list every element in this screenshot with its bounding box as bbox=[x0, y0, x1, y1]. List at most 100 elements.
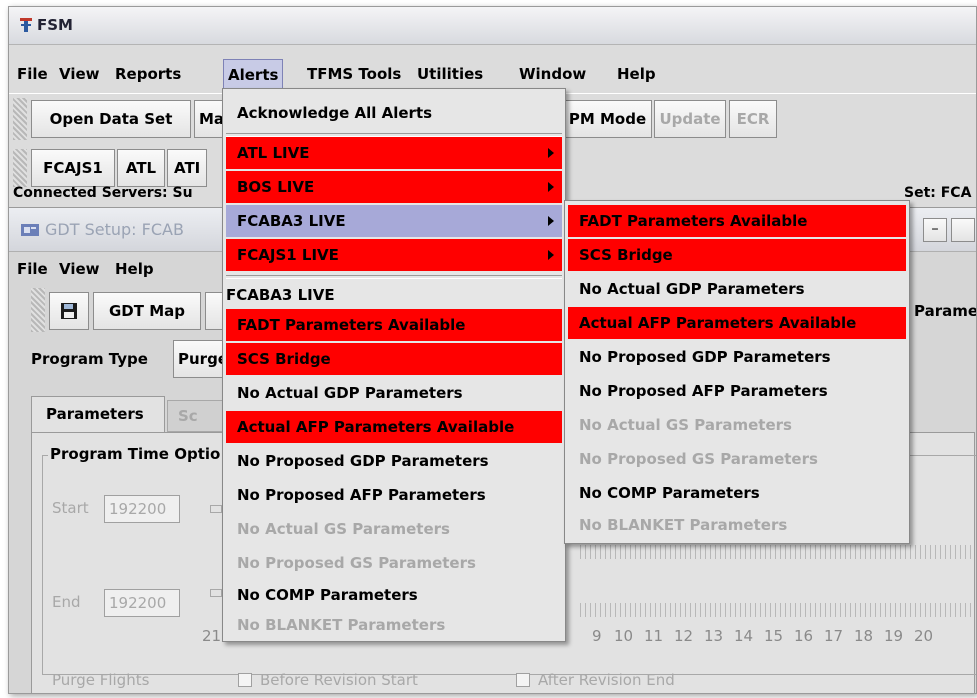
dataset-fcajs1-button[interactable]: FCAJS1 bbox=[31, 149, 115, 187]
server-item-atl-live[interactable]: ATL LIVE bbox=[226, 137, 562, 169]
map-button[interactable]: Ma bbox=[194, 100, 224, 138]
hour-label: 12 bbox=[674, 627, 694, 645]
floppy-icon bbox=[61, 303, 77, 319]
end-slider-handle[interactable] bbox=[210, 589, 222, 597]
submenu-no-blanket[interactable]: No BLANKET Parameters bbox=[568, 509, 906, 541]
submenu-arrow-icon bbox=[548, 182, 554, 192]
alerts-menu: Acknowledge All Alerts ATL LIVE BOS LIVE… bbox=[222, 88, 566, 642]
alert-no-proposed-afp[interactable]: No Proposed AFP Parameters bbox=[226, 479, 562, 511]
submenu-scs-bridge[interactable]: SCS Bridge bbox=[568, 239, 906, 271]
submenu-arrow-icon bbox=[548, 216, 554, 226]
submenu-no-proposed-gs[interactable]: No Proposed GS Parameters bbox=[568, 443, 906, 475]
time-options-label: Program Time Optio bbox=[48, 445, 223, 463]
menu-view[interactable]: View bbox=[55, 59, 104, 89]
menu-help[interactable]: Help bbox=[613, 59, 660, 89]
server-item-fcaba3-live[interactable]: FCABA3 LIVE bbox=[226, 205, 562, 237]
menu-alerts[interactable]: Alerts bbox=[223, 59, 284, 91]
submenu-actual-afp[interactable]: Actual AFP Parameters Available bbox=[568, 307, 906, 339]
server-item-bos-live[interactable]: BOS LIVE bbox=[226, 171, 562, 203]
hour-label: 13 bbox=[704, 627, 724, 645]
program-type-label: Program Type bbox=[31, 350, 148, 368]
toolbar-grip[interactable] bbox=[13, 98, 27, 140]
hour-label: 17 bbox=[824, 627, 844, 645]
submenu-no-comp[interactable]: No COMP Parameters bbox=[568, 477, 906, 509]
server-item-label: FCAJS1 LIVE bbox=[237, 246, 339, 264]
fsm-menu-bar: File View Reports Alerts TFMS Tools Util… bbox=[9, 59, 976, 91]
section-header-fcaba3: FCABA3 LIVE bbox=[226, 286, 335, 304]
after-revision-label: After Revision End bbox=[538, 671, 675, 689]
gdt-menu-file[interactable]: File bbox=[13, 254, 52, 284]
menu-window[interactable]: Window bbox=[515, 59, 590, 89]
hour-label: 20 bbox=[914, 627, 934, 645]
submenu-arrow-icon bbox=[548, 148, 554, 158]
connected-servers-status: Connected Servers: Su bbox=[13, 185, 193, 201]
hour-label: 14 bbox=[734, 627, 754, 645]
alert-no-proposed-gdp[interactable]: No Proposed GDP Parameters bbox=[226, 445, 562, 477]
menu-tfms-tools[interactable]: TFMS Tools bbox=[303, 59, 405, 89]
start-timeline-ruler[interactable] bbox=[580, 545, 972, 559]
server-item-label: ATL LIVE bbox=[237, 144, 310, 162]
submenu-no-proposed-gdp[interactable]: No Proposed GDP Parameters bbox=[568, 341, 906, 373]
data-set-status: Set: FCA bbox=[904, 185, 972, 201]
menu-utilities[interactable]: Utilities bbox=[413, 59, 487, 89]
server-item-label: FCABA3 LIVE bbox=[237, 212, 346, 230]
alert-no-blanket[interactable]: No BLANKET Parameters bbox=[226, 609, 562, 641]
dataset-grip[interactable] bbox=[13, 149, 27, 187]
hour-label: 19 bbox=[884, 627, 904, 645]
alert-fadt-parameters[interactable]: FADT Parameters Available bbox=[226, 309, 562, 341]
submenu-arrow-icon bbox=[548, 250, 554, 260]
submenu-no-proposed-afp[interactable]: No Proposed AFP Parameters bbox=[568, 375, 906, 407]
purge-flights-label: Purge Flights bbox=[52, 671, 150, 689]
gdt-maximize-button[interactable] bbox=[951, 218, 975, 242]
alert-no-actual-gs[interactable]: No Actual GS Parameters bbox=[226, 513, 562, 545]
gdt-title: GDT Setup: FCAB bbox=[45, 220, 184, 239]
start-label: Start bbox=[52, 499, 89, 517]
dataset-ati-button[interactable]: ATI bbox=[167, 149, 207, 187]
alert-actual-afp[interactable]: Actual AFP Parameters Available bbox=[226, 411, 562, 443]
gdt-menu-help[interactable]: Help bbox=[111, 254, 158, 284]
gdt-window-icon bbox=[21, 222, 39, 238]
end-time-field[interactable]: 192200 bbox=[104, 589, 180, 617]
before-revision-checkbox[interactable] bbox=[238, 673, 252, 687]
tab-second[interactable]: Sc bbox=[167, 400, 227, 432]
hour-label: 11 bbox=[644, 627, 664, 645]
save-button[interactable] bbox=[49, 292, 89, 330]
pm-mode-button[interactable]: PM Mode bbox=[564, 100, 652, 138]
before-revision-label: Before Revision Start bbox=[260, 671, 418, 689]
alert-scs-bridge[interactable]: SCS Bridge bbox=[226, 343, 562, 375]
server-item-fcajs1-live[interactable]: FCAJS1 LIVE bbox=[226, 239, 562, 271]
end-timeline-ruler[interactable] bbox=[580, 603, 972, 617]
server-item-label: BOS LIVE bbox=[237, 178, 315, 196]
alert-no-actual-gdp[interactable]: No Actual GDP Parameters bbox=[226, 377, 562, 409]
submenu-no-actual-gs[interactable]: No Actual GS Parameters bbox=[568, 409, 906, 441]
after-revision-checkbox[interactable] bbox=[516, 673, 530, 687]
gdt-parameters-label: Parame bbox=[914, 302, 977, 320]
gdt-map-button[interactable]: GDT Map bbox=[93, 292, 201, 330]
menu-file[interactable]: File bbox=[13, 59, 52, 89]
ecr-button[interactable]: ECR bbox=[729, 100, 777, 138]
hour-label-21: 21 bbox=[202, 627, 222, 645]
submenu-no-actual-gdp[interactable]: No Actual GDP Parameters bbox=[568, 273, 906, 305]
start-time-field[interactable]: 192200 bbox=[104, 495, 180, 523]
dataset-atl-button[interactable]: ATL bbox=[117, 149, 165, 187]
end-label: End bbox=[52, 593, 81, 611]
gdt-menu-view[interactable]: View bbox=[55, 254, 104, 284]
update-button[interactable]: Update bbox=[654, 100, 726, 138]
hour-label: 9 bbox=[592, 627, 602, 645]
hour-label: 15 bbox=[764, 627, 784, 645]
menu-reports[interactable]: Reports bbox=[111, 59, 185, 89]
acknowledge-all-alerts-item[interactable]: Acknowledge All Alerts bbox=[226, 97, 562, 129]
fsm-app-icon bbox=[19, 17, 33, 33]
gdt-toolbar-grip[interactable] bbox=[31, 288, 45, 332]
alert-no-proposed-gs[interactable]: No Proposed GS Parameters bbox=[226, 547, 562, 579]
fsm-title-bar: FSM bbox=[9, 7, 976, 45]
tab-parameters[interactable]: Parameters bbox=[31, 396, 165, 432]
submenu-fadt-parameters[interactable]: FADT Parameters Available bbox=[568, 205, 906, 237]
fsm-title: FSM bbox=[37, 16, 73, 34]
alert-no-comp[interactable]: No COMP Parameters bbox=[226, 579, 562, 611]
gdt-minimize-button[interactable]: – bbox=[923, 218, 947, 242]
program-type-select[interactable]: Purge bbox=[173, 340, 228, 378]
hour-label: 18 bbox=[854, 627, 874, 645]
start-slider-handle[interactable] bbox=[210, 505, 222, 513]
open-data-set-button[interactable]: Open Data Set bbox=[31, 100, 191, 138]
